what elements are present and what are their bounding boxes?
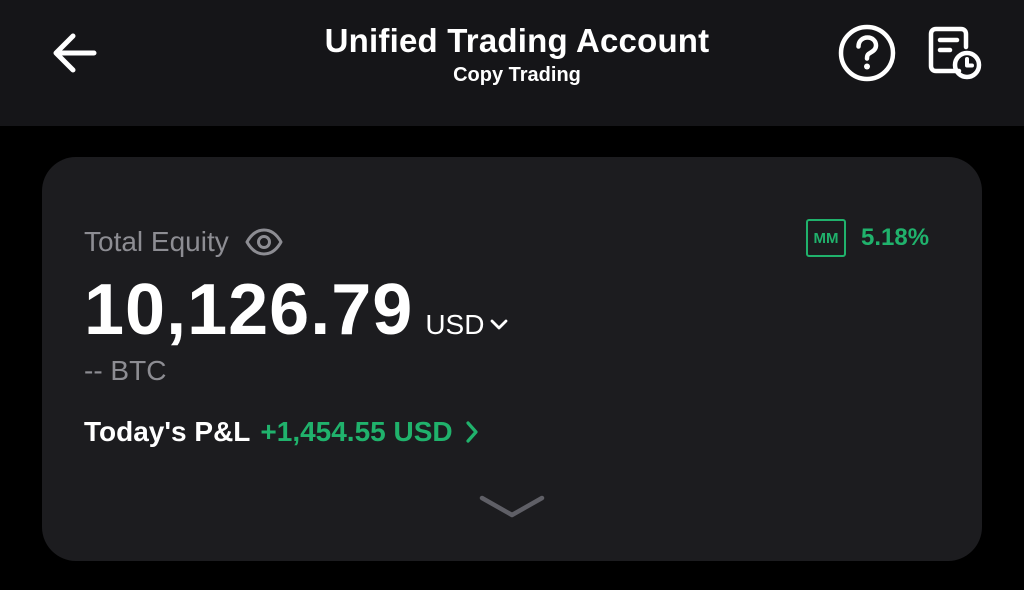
toggle-visibility-button[interactable] (245, 228, 283, 256)
maintenance-margin: MM 5.18% (806, 219, 929, 257)
document-clock-icon (928, 26, 982, 80)
chevron-down-icon (479, 495, 545, 518)
page-title: Unified Trading Account (324, 22, 710, 59)
account-summary-card: Total Equity MM 5.18% 10,126.79 USD -- B… (42, 157, 982, 561)
todays-pnl-link[interactable]: Today's P&L +1,454.55 USD (84, 413, 479, 451)
total-equity-amount: 10,126.79 (84, 270, 414, 350)
back-button[interactable] (44, 24, 104, 82)
chevron-right-icon (466, 421, 478, 443)
btc-equivalent: -- BTC (84, 355, 167, 386)
expand-card-button[interactable] (472, 487, 552, 527)
equity-amount-row: 10,126.79 USD (84, 269, 508, 351)
chevron-down-icon (491, 319, 508, 330)
mm-badge[interactable]: MM (806, 219, 846, 257)
pnl-label: Today's P&L (84, 416, 251, 447)
arrow-left-icon (53, 33, 97, 73)
mm-rate: 5.18% (861, 224, 930, 251)
order-history-button[interactable] (922, 22, 984, 84)
page-title-block: Unified Trading Account Copy Trading (212, 20, 822, 87)
top-bar: Unified Trading Account Copy Trading (0, 0, 1024, 126)
help-button[interactable] (836, 22, 898, 84)
currency-selector[interactable]: USD (425, 309, 508, 341)
question-circle-icon (838, 24, 896, 82)
eye-icon (245, 228, 283, 256)
currency-label: USD (425, 309, 485, 340)
total-equity-label: Total Equity (84, 226, 229, 257)
page-subtitle: Copy Trading (453, 64, 581, 86)
pnl-value: +1,454.55 USD (260, 416, 453, 447)
equity-header: Total Equity (84, 223, 283, 261)
